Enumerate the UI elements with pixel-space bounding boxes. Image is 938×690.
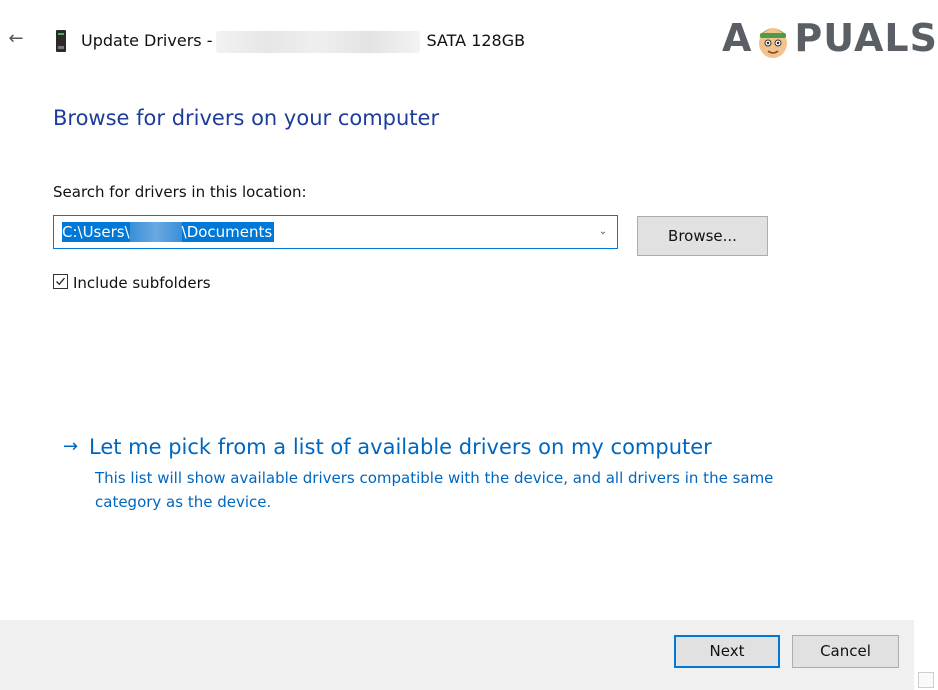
redacted-username bbox=[129, 222, 182, 242]
checkmark-icon bbox=[56, 277, 66, 286]
driver-path-value[interactable]: C:\Users\ \Documents bbox=[62, 222, 275, 242]
redacted-device-name bbox=[216, 30, 421, 53]
include-subfolders-label: Include subfolders bbox=[73, 274, 211, 292]
arrow-right-icon: → bbox=[63, 436, 79, 457]
path-part-1: C:\Users\ bbox=[62, 223, 130, 241]
window-title: Update Drivers - SATA 128GB bbox=[81, 29, 525, 53]
pick-driver-list-title[interactable]: Let me pick from a list of available dri… bbox=[89, 435, 712, 459]
resize-grip[interactable] bbox=[918, 672, 934, 688]
include-subfolders-checkbox[interactable] bbox=[53, 274, 68, 289]
watermark-text-left: A bbox=[722, 16, 753, 60]
drive-device-icon bbox=[54, 30, 68, 52]
include-subfolders-option[interactable]: Include subfolders bbox=[53, 273, 211, 293]
pick-driver-list-description: This list will show available drivers co… bbox=[95, 469, 774, 511]
watermark-text-right: PUALS bbox=[794, 16, 938, 60]
chevron-down-icon[interactable]: ⌄ bbox=[595, 222, 611, 242]
pick-driver-list-link[interactable]: → Let me pick from a list of available dr… bbox=[63, 433, 712, 461]
search-location-label: Search for drivers in this location: bbox=[53, 183, 307, 201]
browse-button[interactable]: Browse... bbox=[637, 216, 768, 256]
title-bar: ← Update Drivers - SATA 128GB A PUALS bbox=[0, 0, 938, 80]
cancel-button[interactable]: Cancel bbox=[792, 635, 899, 668]
appuals-mascot-icon bbox=[754, 21, 792, 61]
path-part-2: \Documents bbox=[181, 223, 273, 241]
window-title-prefix: Update Drivers - bbox=[81, 31, 213, 50]
back-arrow-icon[interactable]: ← bbox=[6, 26, 26, 52]
window-title-suffix: SATA 128GB bbox=[426, 31, 526, 50]
page-heading: Browse for drivers on your computer bbox=[53, 106, 440, 130]
appuals-watermark: A PUALS bbox=[722, 14, 937, 62]
next-button[interactable]: Next bbox=[674, 635, 780, 668]
driver-path-combobox[interactable]: C:\Users\ \Documents ⌄ bbox=[53, 215, 618, 249]
